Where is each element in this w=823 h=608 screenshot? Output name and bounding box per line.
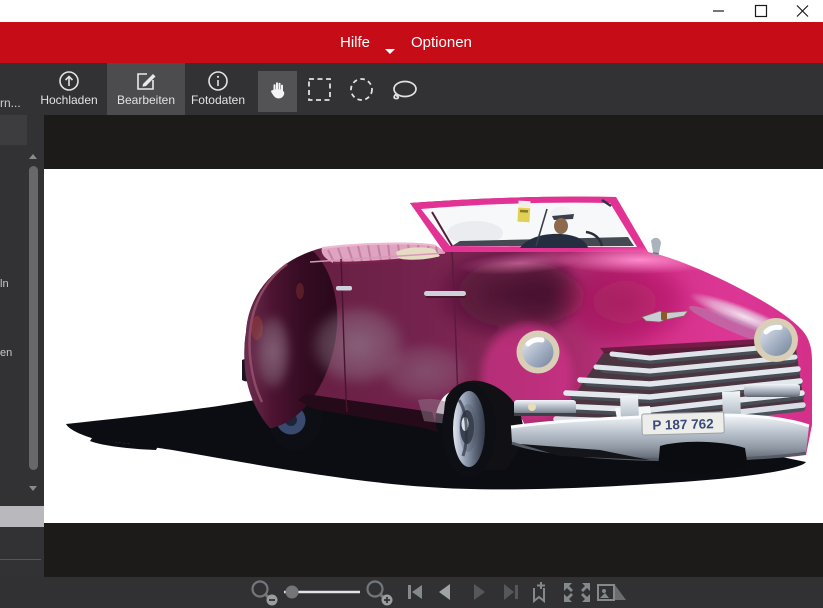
svg-text:P 187 762: P 187 762: [652, 416, 714, 433]
